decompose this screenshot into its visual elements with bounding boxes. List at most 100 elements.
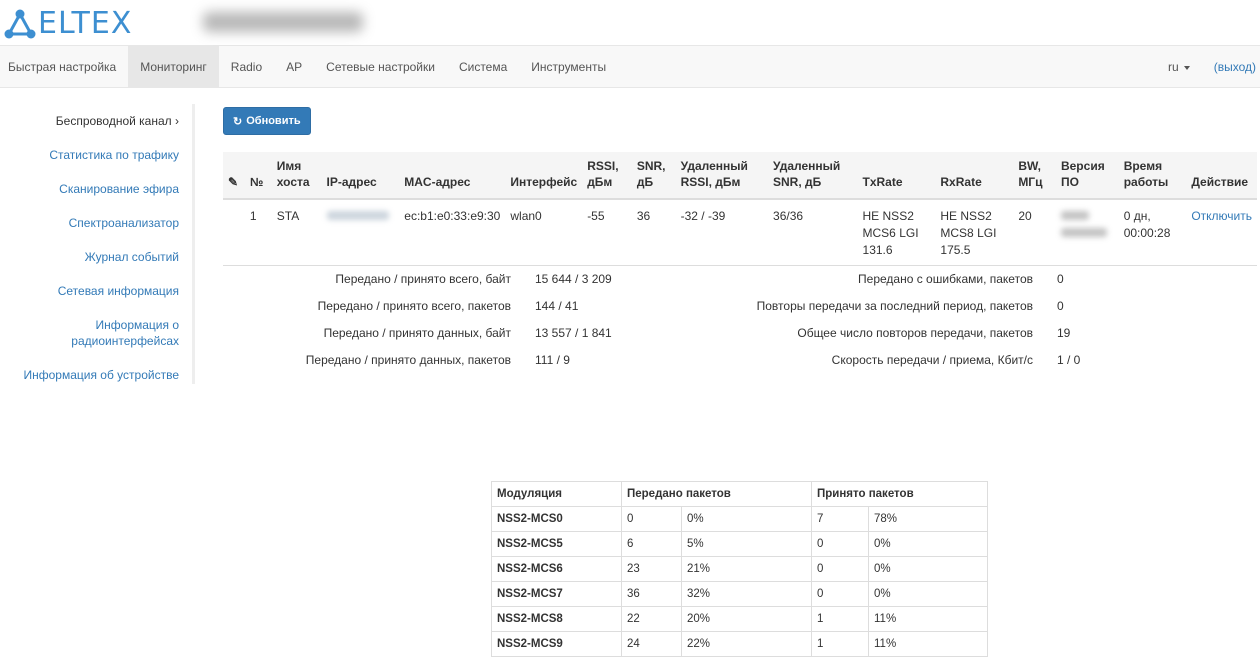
- main-content: ↻ Обновить ✎ № Имя хоста IP-адрес MAC-адр…: [223, 107, 1257, 657]
- nav-quick-setup[interactable]: Быстрая настройка: [0, 46, 128, 87]
- nav-monitoring[interactable]: Мониторинг: [128, 46, 219, 87]
- cell-hostname: STA: [271, 199, 322, 266]
- col-hostname: Имя хоста: [271, 152, 322, 200]
- rx-percent: 78%: [868, 506, 988, 532]
- cell-uptime: 0 дн, 00:00:28: [1118, 199, 1187, 266]
- col-remote-rssi: Удаленный RSSI, дБм: [675, 152, 769, 200]
- refresh-button[interactable]: ↻ Обновить: [223, 107, 311, 135]
- cell-snr: 36: [631, 199, 676, 266]
- stat-row: Передано / принято данных, пакетов 111 /…: [223, 353, 1257, 373]
- tx-percent: 20%: [681, 606, 812, 632]
- cell-rxrate: HE NSS2 MCS8 LGI 175.5: [935, 199, 1014, 266]
- stat-value: 1 / 0: [1057, 353, 1081, 367]
- sidebar-item-radio-interfaces[interactable]: Информация о радиоинтерфейсах: [0, 317, 192, 349]
- language-dropdown[interactable]: ru: [1168, 60, 1190, 74]
- sidebar-item-network-info[interactable]: Сетевая информация: [0, 283, 192, 299]
- modulation-name: NSS2-MCS8: [491, 606, 622, 632]
- sidebar-item-traffic-stats[interactable]: Статистика по трафику: [0, 147, 192, 163]
- nav-network-settings[interactable]: Сетевые настройки: [314, 46, 447, 87]
- tx-percent: 0%: [681, 506, 812, 532]
- modulation-name: NSS2-MCS0: [491, 506, 622, 532]
- col-mac: MAC-адрес: [399, 152, 506, 200]
- modulation-name: NSS2-MCS9: [491, 631, 622, 657]
- stat-row: Передано / принято всего, байт 15 644 / …: [223, 272, 1257, 292]
- stat-value: 0: [1057, 272, 1064, 286]
- refresh-icon: ↻: [233, 115, 243, 128]
- logo-text: ELTEX: [38, 6, 133, 41]
- disconnect-link[interactable]: Отключить: [1191, 209, 1252, 223]
- modulation-row: NSS2-MCS7 36 32% 0 0%: [491, 581, 988, 607]
- rx-percent: 11%: [868, 606, 988, 632]
- modulation-row: NSS2-MCS0 0 0% 7 78%: [491, 506, 988, 532]
- stat-label: Повторы передачи за последний период, па…: [756, 299, 1033, 313]
- device-title-blurred: [203, 12, 363, 32]
- sidebar-item-air-scan[interactable]: Сканирование эфира: [0, 181, 192, 197]
- tx-percent: 21%: [681, 556, 812, 582]
- stat-value: 144 / 41: [535, 299, 579, 313]
- col-rxrate: RxRate: [935, 152, 1014, 200]
- cell-firmware-blurred: [1055, 199, 1119, 266]
- sidebar-item-spectrum-analyzer[interactable]: Спектроанализатор: [0, 215, 192, 231]
- modulation-name: NSS2-MCS6: [491, 556, 622, 582]
- modulation-name: NSS2-MCS5: [491, 531, 622, 557]
- col-action: Действие: [1186, 152, 1257, 200]
- top-nav: Быстрая настройка Мониторинг Radio AP Се…: [0, 46, 1260, 88]
- cell-bw: 20: [1013, 199, 1056, 266]
- rx-count: 1: [811, 631, 869, 657]
- col-snr: SNR, дБ: [631, 152, 676, 200]
- tx-count: 36: [621, 581, 682, 607]
- rx-count: 0: [811, 531, 869, 557]
- stat-label: Скорость передачи / приема, Кбит/с: [831, 353, 1033, 367]
- cell-rssi: -55: [582, 199, 632, 266]
- clients-table: ✎ № Имя хоста IP-адрес MAC-адрес Интерфе…: [223, 152, 1257, 266]
- stat-value: 13 557 / 1 841: [535, 326, 612, 340]
- stat-label: Передано с ошибками, пакетов: [858, 272, 1033, 286]
- nav-radio[interactable]: Radio: [219, 46, 274, 87]
- col-ip: IP-адрес: [321, 152, 400, 200]
- col-tx-packets: Передано пакетов: [621, 481, 812, 507]
- cell-remote-snr: 36/36: [768, 199, 858, 266]
- col-num: №: [244, 152, 272, 200]
- tx-count: 23: [621, 556, 682, 582]
- col-uptime: Время работы: [1118, 152, 1187, 200]
- stat-value: 15 644 / 3 209: [535, 272, 612, 286]
- tx-count: 24: [621, 631, 682, 657]
- logout-link[interactable]: (выход): [1214, 60, 1256, 74]
- col-bw: BW, МГц: [1013, 152, 1056, 200]
- modulation-row: NSS2-MCS9 24 22% 1 11%: [491, 631, 988, 657]
- rx-percent: 0%: [868, 556, 988, 582]
- rx-count: 1: [811, 606, 869, 632]
- nav-ap[interactable]: AP: [274, 46, 314, 87]
- edit-icon[interactable]: ✎: [223, 152, 245, 200]
- cell-interface: wlan0: [505, 199, 583, 266]
- col-firmware: Версия ПО: [1055, 152, 1119, 200]
- cell-ip-blurred[interactable]: [321, 199, 400, 266]
- col-rx-packets: Принято пакетов: [811, 481, 988, 507]
- eltex-logo[interactable]: ELTEX: [4, 6, 132, 41]
- sidebar-item-event-log[interactable]: Журнал событий: [0, 249, 192, 265]
- table-row: 1 STA ec:b1:e0:33:e9:30 wlan0 -55 36 -32…: [223, 199, 1257, 266]
- tx-percent: 22%: [681, 631, 812, 657]
- stat-value: 19: [1057, 326, 1071, 340]
- stat-label: Передано / принято всего, пакетов: [317, 299, 511, 313]
- modulation-row: NSS2-MCS5 6 5% 0 0%: [491, 531, 988, 557]
- nav-system[interactable]: Система: [447, 46, 519, 87]
- col-rssi: RSSI, дБм: [582, 152, 632, 200]
- cell-remote-rssi: -32 / -39: [675, 199, 769, 266]
- stat-value: 111 / 9: [535, 353, 570, 367]
- rx-percent: 0%: [868, 581, 988, 607]
- modulation-name: NSS2-MCS7: [491, 581, 622, 607]
- stat-row: Передано / принято данных, байт 13 557 /…: [223, 326, 1257, 346]
- rx-count: 0: [811, 581, 869, 607]
- col-interface: Интерфейс: [505, 152, 583, 200]
- caret-down-icon: [1183, 65, 1190, 70]
- cell-num: 1: [244, 199, 272, 266]
- sidebar-item-wireless-channel[interactable]: Беспроводной канал ›: [0, 113, 192, 129]
- cell-mac: ec:b1:e0:33:e9:30: [399, 199, 506, 266]
- stat-row: Передано / принято всего, пакетов 144 / …: [223, 299, 1257, 319]
- rx-count: 0: [811, 556, 869, 582]
- col-txrate: TxRate: [857, 152, 936, 200]
- nav-tools[interactable]: Инструменты: [519, 46, 618, 87]
- stat-label: Общее число повторов передачи, пакетов: [797, 326, 1033, 340]
- sidebar-item-device-info[interactable]: Информация об устройстве: [0, 367, 192, 383]
